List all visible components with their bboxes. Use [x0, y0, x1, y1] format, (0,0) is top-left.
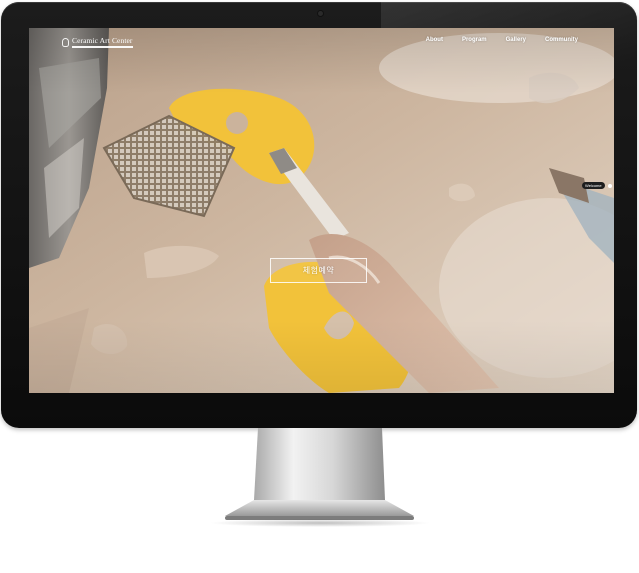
dot-icon	[607, 183, 612, 188]
website-screen: Ceramic Art Center About Program Gallery…	[29, 28, 614, 393]
logo-text: Ceramic Art Center	[72, 36, 133, 48]
welcome-badge[interactable]: Welcome	[582, 182, 612, 189]
nav-item-about[interactable]: About	[426, 37, 443, 43]
pottery-vase-icon	[62, 37, 69, 47]
nav-item-community[interactable]: Community	[545, 37, 578, 43]
main-navigation: About Program Gallery Community	[407, 37, 578, 43]
nav-item-program[interactable]: Program	[462, 37, 487, 43]
site-logo[interactable]: Ceramic Art Center	[62, 34, 133, 50]
nav-item-gallery[interactable]: Gallery	[506, 37, 526, 43]
reservation-button[interactable]: 체험예약	[270, 258, 367, 283]
webcam-icon	[318, 11, 323, 16]
hero-background-image	[29, 28, 614, 393]
welcome-label: Welcome	[582, 182, 605, 189]
